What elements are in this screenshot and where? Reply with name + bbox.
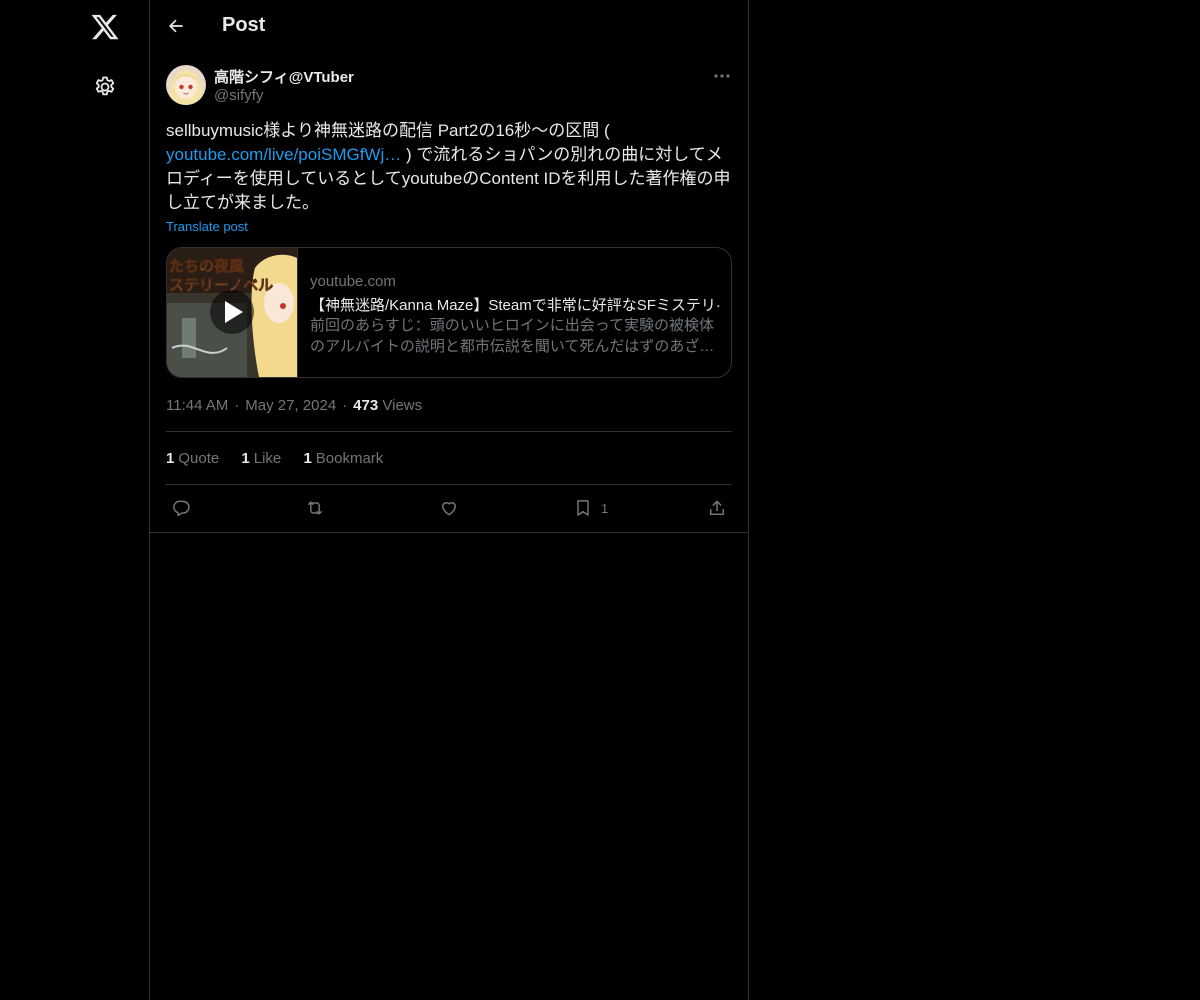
like-count: 1 — [241, 450, 250, 467]
share-button[interactable] — [707, 497, 727, 519]
divider — [166, 484, 732, 485]
divider — [166, 431, 732, 432]
avatar[interactable] — [166, 65, 206, 105]
reply-button[interactable] — [171, 497, 191, 519]
card-description: 前回のあらすじ：頭のいいヒロインに出会って実験の被検体 のアルバイトの説明と都市… — [310, 315, 718, 357]
post-link[interactable]: youtube.com/live/poiSMGfWj… — [166, 145, 401, 164]
thumbnail-title-top: たちの夜風 — [169, 257, 244, 275]
post-detail-column: Post 高階シフィ@VTuber @sifyfy sellbuymusic様よ… — [150, 0, 749, 1000]
separator-dot: · — [342, 397, 348, 414]
engagement-stats: 1 Quote 1 Like 1 Bookmark — [166, 450, 401, 467]
video-thumbnail[interactable]: たちの夜風 ステリーノベル — [167, 248, 298, 377]
reply-icon — [173, 500, 190, 517]
more-horizontal-icon — [714, 74, 730, 78]
views-count: 473 — [353, 397, 379, 414]
back-button[interactable] — [166, 16, 186, 36]
post-time[interactable]: 11:44 AM — [166, 397, 228, 414]
post-header: Post — [150, 0, 748, 53]
translate-post-link[interactable]: Translate post — [166, 219, 248, 234]
post-text: sellbuymusic様より神無迷路の配信 Part2の16秒〜の区間 ( y… — [166, 119, 732, 215]
left-navigation-rail — [0, 0, 150, 1000]
bookmarks-stat[interactable]: 1 Bookmark — [303, 450, 383, 467]
quotes-stat[interactable]: 1 Quote — [166, 450, 219, 467]
quote-count: 1 — [166, 450, 175, 467]
x-logo-icon[interactable] — [90, 12, 120, 42]
share-icon — [710, 500, 724, 515]
bookmark-label: Bookmark — [315, 450, 384, 467]
like-label: Like — [253, 450, 282, 467]
bookmark-icon — [577, 500, 589, 516]
repost-icon — [308, 501, 322, 515]
card-description-line-1: 前回のあらすじ：頭のいいヒロインに出会って実験の被検体 — [310, 317, 714, 334]
arrow-left-icon — [168, 19, 183, 33]
card-description-line-2: のアルバイトの説明と都市伝説を聞いて死んだはずのあざ… — [310, 338, 715, 355]
author-display-name[interactable]: 高階シフィ@VTuber — [214, 66, 354, 87]
views-label: Views — [382, 397, 423, 414]
like-button[interactable] — [439, 497, 459, 519]
post-date[interactable]: May 27, 2024 — [245, 397, 336, 414]
post-bottom-border — [150, 532, 748, 533]
bookmark-button[interactable]: 1 — [573, 497, 608, 519]
post-metadata: 11:44 AM · May 27, 2024 · 473 Views — [166, 397, 422, 414]
more-options-button[interactable] — [712, 66, 732, 86]
bookmark-count: 1 — [303, 450, 312, 467]
gear-icon[interactable] — [93, 75, 117, 99]
likes-stat[interactable]: 1 Like — [241, 450, 281, 467]
separator-dot: · — [234, 397, 240, 414]
repost-button[interactable] — [305, 497, 325, 519]
author-handle[interactable]: @sifyfy — [214, 87, 263, 104]
quote-label: Quote — [178, 450, 220, 467]
card-title: 【神無迷路/Kanna Maze】Steamで非常に好評なSFミステリ· — [310, 297, 721, 314]
post-text-part-1: sellbuymusic様より神無迷路の配信 Part2の16秒〜の区間 ( — [166, 121, 610, 140]
thumbnail-title-mid: ステリーノベル — [169, 276, 273, 294]
card-domain: youtube.com — [310, 273, 396, 290]
heart-icon — [442, 502, 456, 516]
page-title: Post — [222, 14, 266, 36]
link-preview-card[interactable]: たちの夜風 ステリーノベル youtube.com 【神無迷路/Kanna Ma… — [166, 247, 732, 378]
bookmark-action-count: 1 — [601, 500, 609, 516]
